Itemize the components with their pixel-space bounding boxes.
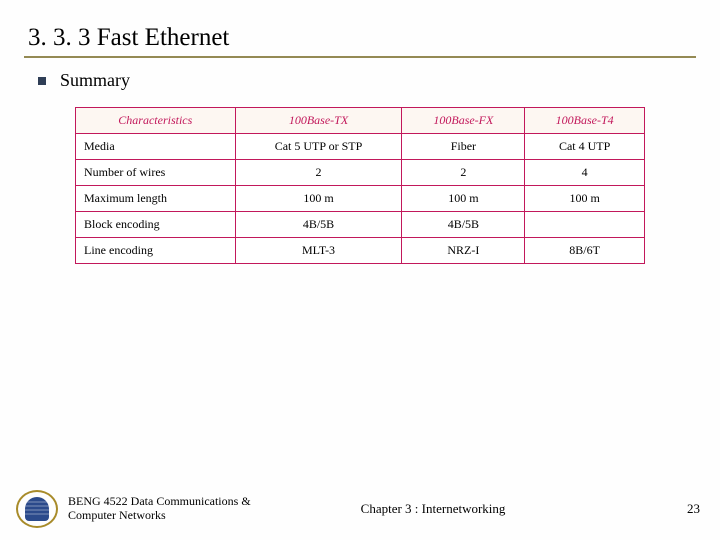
course-line2: Computer Networks	[68, 509, 251, 523]
cell	[525, 212, 645, 238]
table-row: Line encoding MLT-3 NRZ-I 8B/6T	[76, 238, 645, 264]
cell: Cat 4 UTP	[525, 134, 645, 160]
table-row: Number of wires 2 2 4	[76, 160, 645, 186]
slide: 3. 3. 3 Fast Ethernet Summary Characteri…	[0, 0, 720, 540]
bullet-text: Summary	[60, 70, 130, 91]
cell: 100 m	[235, 186, 402, 212]
cell: 2	[402, 160, 525, 186]
cell-label: Maximum length	[76, 186, 236, 212]
page-number: 23	[687, 501, 700, 517]
summary-table: Characteristics 100Base-TX 100Base-FX 10…	[75, 107, 645, 264]
col-100base-tx: 100Base-TX	[235, 108, 402, 134]
cell: NRZ-I	[402, 238, 525, 264]
cell-label: Media	[76, 134, 236, 160]
cell: Fiber	[402, 134, 525, 160]
cell: 4	[525, 160, 645, 186]
col-100base-fx: 100Base-FX	[402, 108, 525, 134]
cell-label: Number of wires	[76, 160, 236, 186]
cell: Cat 5 UTP or STP	[235, 134, 402, 160]
col-characteristics: Characteristics	[76, 108, 236, 134]
col-100base-t4: 100Base-T4	[525, 108, 645, 134]
cell: 4B/5B	[235, 212, 402, 238]
cell: 8B/6T	[525, 238, 645, 264]
summary-table-wrap: Characteristics 100Base-TX 100Base-FX 10…	[75, 107, 645, 264]
cell: 100 m	[402, 186, 525, 212]
table-row: Maximum length 100 m 100 m 100 m	[76, 186, 645, 212]
course-title: BENG 4522 Data Communications & Computer…	[68, 495, 251, 523]
table-row: Media Cat 5 UTP or STP Fiber Cat 4 UTP	[76, 134, 645, 160]
table-header-row: Characteristics 100Base-TX 100Base-FX 10…	[76, 108, 645, 134]
cell: MLT-3	[235, 238, 402, 264]
cell: 4B/5B	[402, 212, 525, 238]
cell-label: Line encoding	[76, 238, 236, 264]
institution-logo-icon	[16, 490, 58, 528]
course-line1: BENG 4522 Data Communications &	[68, 495, 251, 509]
cell: 100 m	[525, 186, 645, 212]
section-title: 3. 3. 3 Fast Ethernet	[24, 18, 696, 58]
footer: BENG 4522 Data Communications & Computer…	[0, 490, 720, 528]
cell-label: Block encoding	[76, 212, 236, 238]
bullet-item: Summary	[38, 70, 696, 91]
table-row: Block encoding 4B/5B 4B/5B	[76, 212, 645, 238]
cell: 2	[235, 160, 402, 186]
chapter-label: Chapter 3 : Internetworking	[361, 501, 506, 517]
bullet-square-icon	[38, 77, 46, 85]
